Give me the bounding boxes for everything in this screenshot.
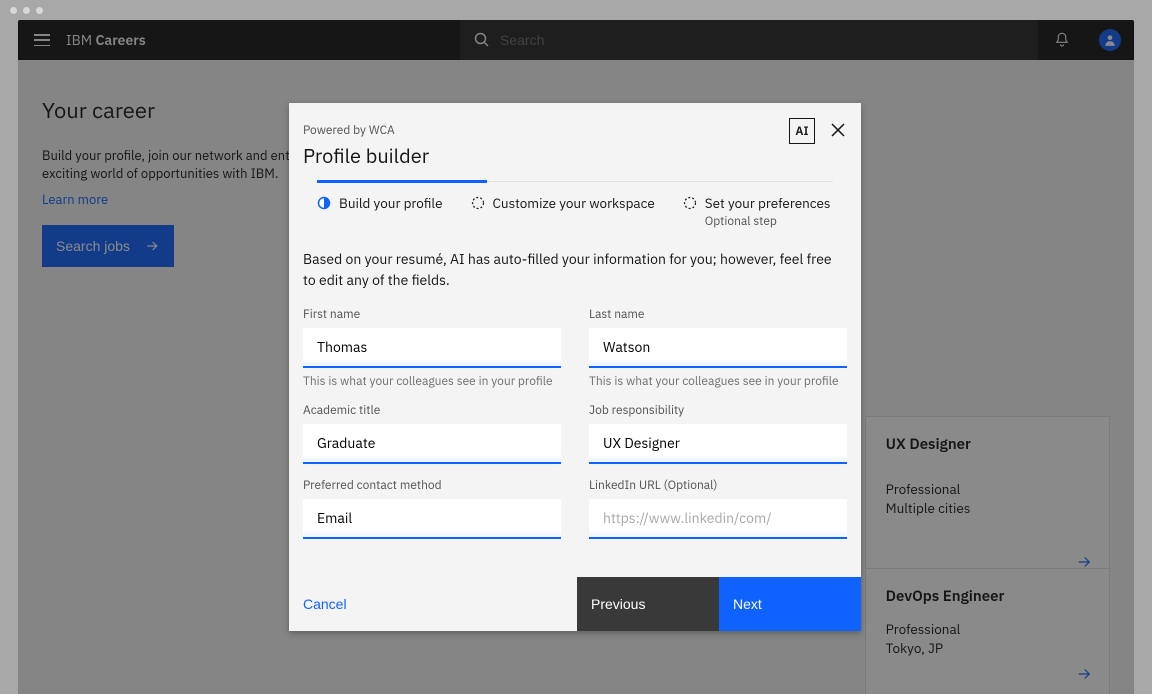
last-name-field-wrap: Last name This is what your colleagues s… <box>575 307 847 389</box>
contact-method-label: Preferred contact method <box>303 478 561 493</box>
profile-builder-modal: Powered by WCA Profile builder AI Build … <box>289 103 861 631</box>
modal-intro: Based on your resumé, AI has auto-filled… <box>303 249 847 291</box>
job-responsibility-input[interactable] <box>589 424 847 464</box>
linkedin-field-wrap: LinkedIn URL (Optional) <box>575 478 847 539</box>
last-name-label: Last name <box>589 307 847 322</box>
powered-by-label: Powered by WCA <box>303 123 847 138</box>
job-responsibility-label: Job responsibility <box>589 403 847 418</box>
step-label: Set your preferences <box>705 194 831 212</box>
step-sublabel: Optional step <box>705 214 831 229</box>
academic-title-field-wrap: Academic title <box>303 403 575 464</box>
window-dot <box>36 7 43 14</box>
linkedin-input[interactable] <box>589 499 847 539</box>
close-button[interactable] <box>829 121 847 139</box>
window-dot <box>23 7 30 14</box>
first-name-label: First name <box>303 307 561 322</box>
window-dot <box>10 7 17 14</box>
last-name-input[interactable] <box>589 328 847 368</box>
contact-method-input[interactable] <box>303 499 561 539</box>
contact-method-field-wrap: Preferred contact method <box>303 478 575 539</box>
step-label: Build your profile <box>339 194 443 212</box>
step-pending-icon <box>471 196 485 210</box>
academic-title-label: Academic title <box>303 403 561 418</box>
first-name-input[interactable] <box>303 328 561 368</box>
academic-title-input[interactable] <box>303 424 561 464</box>
modal-title: Profile builder <box>303 142 847 169</box>
ai-badge: AI <box>789 118 815 144</box>
step-current-icon <box>317 196 331 210</box>
step-progress <box>317 181 833 182</box>
job-responsibility-field-wrap: Job responsibility <box>575 403 847 464</box>
step-pending-icon <box>683 196 697 210</box>
step-label: Customize your workspace <box>493 194 655 212</box>
previous-button[interactable]: Previous <box>577 577 719 631</box>
step-set-preferences[interactable]: Set your preferences Optional step <box>683 194 831 229</box>
cancel-button[interactable]: Cancel <box>289 577 577 631</box>
step-customize-workspace[interactable]: Customize your workspace <box>471 194 655 229</box>
last-name-help: This is what your colleagues see in your… <box>589 374 847 389</box>
next-button[interactable]: Next <box>719 577 861 631</box>
modal-footer: Cancel Previous Next <box>289 577 861 631</box>
first-name-help: This is what your colleagues see in your… <box>303 374 561 389</box>
first-name-field-wrap: First name This is what your colleagues … <box>303 307 575 389</box>
linkedin-label: LinkedIn URL (Optional) <box>589 478 847 493</box>
step-build-profile[interactable]: Build your profile <box>317 194 443 229</box>
